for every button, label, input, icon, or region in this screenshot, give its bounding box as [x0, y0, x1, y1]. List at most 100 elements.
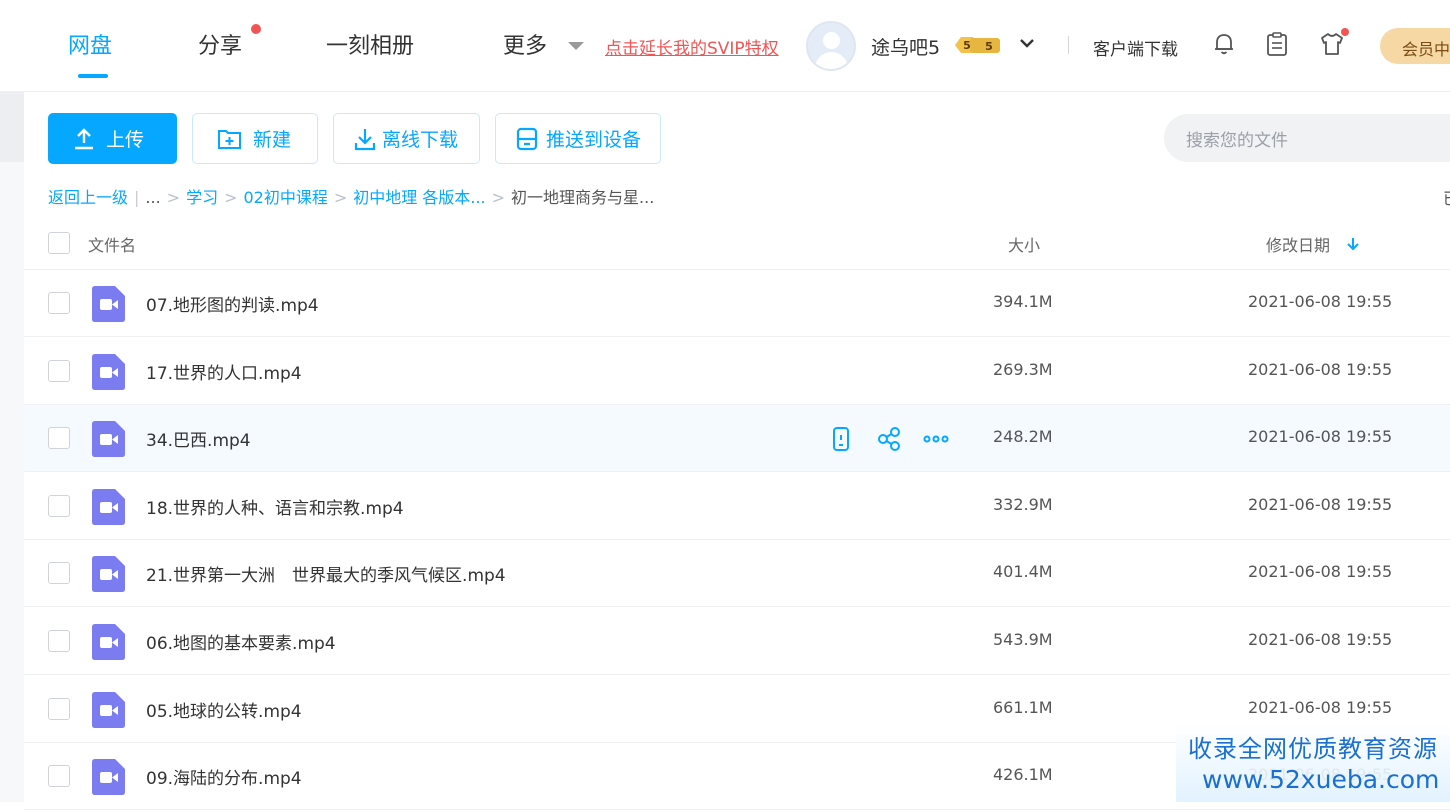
row-checkbox[interactable] — [48, 292, 70, 314]
notification-dot — [1341, 28, 1349, 36]
table-row[interactable]: 18.世界的人种、语言和宗教.mp4 332.9M 2021-06-08 19:55 — [24, 473, 1450, 540]
column-size-header[interactable]: 大小 — [1008, 232, 1040, 256]
search-input[interactable]: 搜索您的文件 — [1164, 114, 1450, 162]
row-checkbox[interactable] — [48, 630, 70, 652]
video-file-icon — [92, 354, 125, 390]
file-modified-date: 2021-06-08 19:55 — [1248, 630, 1393, 649]
row-checkbox[interactable] — [48, 360, 70, 382]
row-checkbox[interactable] — [48, 427, 70, 449]
file-name[interactable]: 18.世界的人种、语言和宗教.mp4 — [146, 494, 404, 519]
video-file-icon — [92, 692, 125, 728]
file-size: 394.1M — [993, 292, 1053, 311]
watermark-url: www.52xueba.com — [1202, 765, 1440, 794]
table-row[interactable]: 21.世界第一大洲 世界最大的季风气候区.mp4 401.4M 2021-06-08… — [24, 540, 1450, 607]
breadcrumb-item[interactable]: 学习 — [186, 188, 218, 207]
file-name[interactable]: 17.世界的人口.mp4 — [146, 359, 302, 384]
file-modified-date: 2021-06-08 19:55 — [1248, 698, 1393, 717]
table-row[interactable]: 07.地形图的判读.mp4 394.1M 2021-06-08 19:55 — [24, 270, 1450, 337]
device-icon — [516, 127, 538, 150]
svg-text:5: 5 — [985, 40, 993, 53]
new-label: 新建 — [253, 129, 292, 151]
file-name[interactable]: 05.地球的公转.mp4 — [146, 697, 302, 722]
push-device-icon[interactable] — [828, 426, 854, 452]
column-name-header[interactable]: 文件名 — [88, 232, 136, 256]
upload-button[interactable]: 上传 — [48, 113, 177, 164]
sidebar-selected-item[interactable] — [0, 92, 24, 162]
file-modified-date: 2021-06-08 19:55 — [1248, 562, 1393, 581]
breadcrumb: 返回上一级 |... > 学习 >02初中课程 > 初中地理 各版本... > 初一地理商务与星… — [48, 188, 655, 207]
row-checkbox[interactable] — [48, 562, 70, 584]
breadcrumb-back-link[interactable]: 返回上一级 — [48, 188, 128, 207]
file-name[interactable]: 09.海陆的分布.mp4 — [146, 764, 302, 789]
file-name[interactable]: 34.巴西.mp4 — [146, 426, 251, 451]
file-size: 269.3M — [993, 360, 1053, 379]
tab-album[interactable]: 一刻相册 — [326, 28, 414, 60]
breadcrumb-current: 初一地理商务与星... — [511, 188, 655, 207]
active-tab-indicator — [78, 74, 108, 78]
file-name[interactable]: 07.地形图的判读.mp4 — [146, 291, 319, 316]
file-modified-date: 2021-06-08 19:55 — [1248, 495, 1393, 514]
upload-icon — [75, 127, 93, 149]
table-row[interactable]: 17.世界的人口.mp4 269.3M 2021-06-08 19:55 — [24, 338, 1450, 405]
clipboard-icon[interactable] — [1263, 30, 1291, 58]
member-center-button[interactable]: 会员中 — [1380, 28, 1450, 64]
offline-download-button[interactable]: 离线下载 — [333, 113, 480, 164]
new-folder-icon — [218, 129, 241, 149]
file-size: 661.1M — [993, 698, 1053, 717]
file-size: 248.2M — [993, 427, 1053, 446]
download-icon — [354, 128, 376, 150]
row-checkbox[interactable] — [48, 765, 70, 787]
tab-share[interactable]: 分享 — [198, 28, 242, 60]
breadcrumb-item[interactable]: 02初中课程 — [244, 188, 328, 207]
tab-netdisk[interactable]: 网盘 — [68, 28, 112, 60]
file-name[interactable]: 21.世界第一大洲 世界最大的季风气候区.mp4 — [146, 561, 506, 586]
username[interactable]: 途乌吧5 — [871, 33, 940, 60]
push-to-device-button[interactable]: 推送到设备 — [495, 113, 661, 164]
table-row[interactable]: 06.地图的基本要素.mp4 543.9M 2021-06-08 19:55 — [24, 608, 1450, 675]
video-file-icon — [92, 421, 125, 457]
file-size: 401.4M — [993, 562, 1053, 581]
table-row[interactable]: 34.巴西.mp4 248.2M 2021-06-08 19:55 — [24, 405, 1450, 472]
more-caret-icon[interactable] — [568, 42, 584, 50]
video-file-icon — [92, 624, 125, 660]
file-size: 543.9M — [993, 630, 1053, 649]
upload-label: 上传 — [106, 129, 145, 151]
chevron-down-icon[interactable] — [1020, 36, 1034, 50]
avatar[interactable] — [806, 21, 856, 71]
column-date-header[interactable]: 修改日期 — [1266, 232, 1330, 256]
tab-more[interactable]: 更多 — [503, 28, 547, 60]
client-download-link[interactable]: 客户端下载 — [1093, 35, 1178, 60]
row-checkbox[interactable] — [48, 698, 70, 720]
loaded-count-text: 已 — [1443, 185, 1450, 209]
file-modified-date: 2021-06-08 19:55 — [1248, 427, 1393, 446]
video-file-icon — [92, 489, 125, 525]
bell-icon[interactable] — [1210, 30, 1238, 58]
file-modified-date: 2021-06-08 19:55 — [1248, 292, 1393, 311]
breadcrumb-ellipsis[interactable]: ... — [145, 188, 160, 207]
file-size: 332.9M — [993, 495, 1053, 514]
file-modified-date: 2021-06-08 19:55 — [1248, 360, 1393, 379]
top-navigation: 网盘 分享 一刻相册 更多 点击延长我的SVIP特权 途乌吧5 5 5 客户端下… — [0, 0, 1450, 92]
video-file-icon — [92, 759, 125, 795]
vip-level-badge: 5 5 — [955, 37, 1000, 53]
video-file-icon — [92, 556, 125, 592]
svg-text:5: 5 — [963, 39, 971, 52]
select-all-checkbox[interactable] — [48, 232, 70, 254]
breadcrumb-item[interactable]: 初中地理 各版本... — [353, 188, 485, 207]
offline-download-label: 离线下载 — [382, 129, 459, 151]
divider — [1068, 36, 1069, 54]
svip-promo-link[interactable]: 点击延长我的SVIP特权 — [605, 34, 779, 59]
sort-descending-icon[interactable] — [1346, 236, 1360, 252]
breadcrumb-bar: | — [134, 188, 140, 207]
row-checkbox[interactable] — [48, 495, 70, 517]
file-name[interactable]: 06.地图的基本要素.mp4 — [146, 629, 336, 654]
video-file-icon — [92, 286, 125, 322]
file-size: 426.1M — [993, 765, 1053, 784]
more-options-icon[interactable] — [923, 426, 949, 452]
new-folder-button[interactable]: 新建 — [192, 113, 318, 164]
notification-dot — [251, 24, 261, 34]
share-icon[interactable] — [876, 426, 902, 452]
watermark-text: 收录全网优质教育资源 — [1188, 735, 1438, 763]
push-device-label: 推送到设备 — [546, 129, 642, 151]
table-header: 文件名 大小 修改日期 — [24, 216, 1450, 270]
